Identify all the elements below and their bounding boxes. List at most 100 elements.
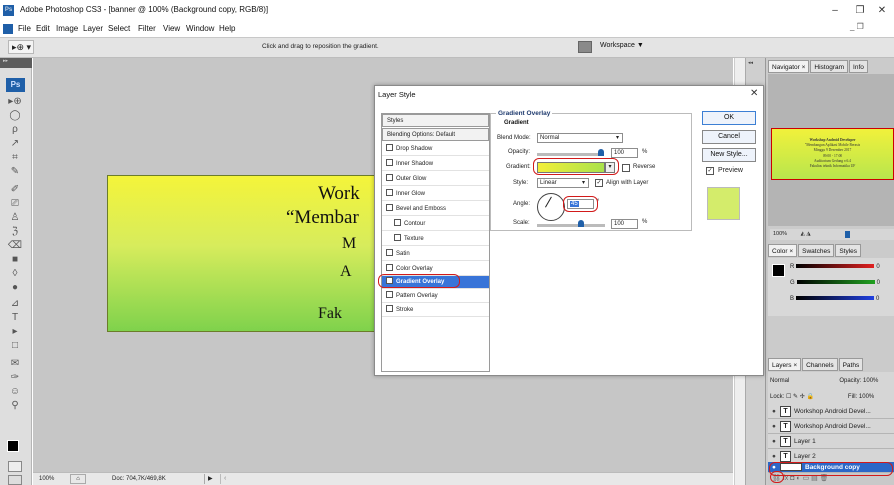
horizontal-scrollbar[interactable]: ‹	[220, 474, 730, 484]
style-item-stroke[interactable]: Stroke	[382, 304, 489, 317]
checkbox[interactable]	[386, 174, 393, 181]
eraser-tool[interactable]: ⌫	[7, 239, 23, 252]
nav-zoom-value[interactable]: 100%	[773, 231, 787, 237]
layer-row[interactable]: ● T Layer 1	[768, 435, 894, 449]
preview-checkbox[interactable]: ✓	[706, 167, 714, 175]
stamp-tool[interactable]: ♙	[7, 211, 23, 224]
eye-icon[interactable]: ●	[768, 420, 780, 434]
style-item-outer-glow[interactable]: Outer Glow	[382, 173, 489, 186]
tab-info[interactable]: Info	[849, 60, 868, 73]
gradient-tool[interactable]: ■	[7, 253, 23, 266]
tab-navigator[interactable]: Navigator ×	[768, 60, 810, 73]
dialog-close-icon[interactable]: ✕	[750, 88, 758, 99]
opacity-slider-thumb[interactable]	[598, 149, 604, 156]
screen-mode-button[interactable]	[8, 475, 22, 485]
workspace-button[interactable]: Workspace ▼	[600, 42, 644, 49]
checkbox[interactable]	[386, 264, 393, 271]
pen-tool[interactable]: ⊿	[7, 297, 23, 310]
cancel-button[interactable]: Cancel	[702, 130, 756, 144]
scale-slider-thumb[interactable]	[578, 220, 584, 227]
path-select-tool[interactable]: ▸	[7, 325, 23, 338]
menu-layer[interactable]: Layer	[83, 24, 103, 33]
scale-slider[interactable]	[537, 224, 605, 227]
nav-zoom-icons[interactable]: ◭ ◮	[801, 231, 811, 237]
layer-row[interactable]: ● T Workshop Android Devel...	[768, 405, 894, 419]
menu-help[interactable]: Help	[219, 24, 235, 33]
color-panel-foreground-swatch[interactable]	[772, 264, 785, 277]
navigator-zoom-bar[interactable]: 100% ◭ ◮	[770, 229, 894, 240]
styles-header[interactable]: Styles	[382, 114, 489, 127]
reverse-checkbox[interactable]	[622, 164, 630, 172]
blending-options-item[interactable]: Blending Options: Default	[382, 128, 489, 141]
workspace-icon[interactable]	[578, 41, 592, 53]
opacity-input[interactable]: 100	[611, 148, 638, 158]
blue-slider[interactable]	[796, 296, 875, 301]
style-item-pattern-overlay[interactable]: Pattern Overlay	[382, 290, 489, 303]
menu-view[interactable]: View	[163, 24, 180, 33]
layers-blend-select[interactable]: Normal	[770, 378, 789, 384]
dodge-tool[interactable]: ●	[7, 281, 23, 294]
status-menu-arrow[interactable]: ▶	[204, 474, 218, 484]
zoom-level-field[interactable]: 100%	[36, 474, 64, 484]
tab-layers[interactable]: Layers ×	[768, 358, 802, 371]
menu-edit[interactable]: Edit	[36, 24, 50, 33]
move-tool-icon[interactable]: ▸⊕ ▾	[8, 40, 34, 54]
checkbox[interactable]	[386, 144, 393, 151]
checkbox[interactable]	[386, 305, 393, 312]
eye-icon[interactable]: ●	[768, 405, 780, 419]
red-value[interactable]: 0	[876, 264, 879, 270]
history-brush-tool[interactable]: ℨ	[7, 225, 23, 238]
menu-file[interactable]: File	[18, 24, 31, 33]
tab-paths[interactable]: Paths	[838, 358, 864, 371]
style-item-drop-shadow[interactable]: Drop Shadow	[382, 143, 489, 156]
gradient-style-select[interactable]: Linear ▾	[537, 178, 589, 188]
blue-value[interactable]: 0	[876, 296, 879, 302]
scale-input[interactable]: 100	[611, 219, 638, 229]
checkbox[interactable]	[386, 204, 393, 211]
layers-opacity-field[interactable]: Opacity: 100%	[839, 378, 878, 384]
zoom-tool[interactable]: ⚲	[7, 399, 23, 412]
tab-color[interactable]: Color ×	[768, 244, 798, 257]
ok-button[interactable]: OK	[702, 111, 756, 125]
brush-tool[interactable]: ⎚	[7, 197, 23, 210]
menu-window[interactable]: Window	[186, 24, 214, 33]
eye-icon[interactable]: ●	[768, 435, 780, 449]
notes-tool[interactable]: ✉	[7, 357, 23, 370]
tab-histogram[interactable]: Histogram	[810, 60, 849, 73]
opacity-slider[interactable]	[537, 153, 602, 156]
checkbox[interactable]	[386, 189, 393, 196]
layers-lock-icons[interactable]: Lock: ☐ ✎ ✢ 🔒	[770, 394, 814, 400]
red-slider-row[interactable]: R0	[790, 263, 890, 272]
layers-fill-field[interactable]: Fill: 100%	[848, 394, 874, 400]
shape-tool[interactable]: □	[7, 339, 23, 352]
healing-tool[interactable]: ✐	[7, 183, 23, 196]
navigator-zoom-slider[interactable]	[845, 231, 850, 238]
green-value[interactable]: 0	[877, 280, 880, 286]
foreground-color-swatch[interactable]	[7, 440, 19, 452]
checkbox[interactable]	[386, 249, 393, 256]
menu-image[interactable]: Image	[56, 24, 78, 33]
close-button[interactable]: ✕	[872, 3, 892, 19]
checkbox[interactable]	[394, 234, 401, 241]
checkbox[interactable]	[386, 159, 393, 166]
style-item-satin[interactable]: Satin	[382, 248, 489, 261]
align-with-layer-checkbox[interactable]: ✓	[595, 179, 603, 187]
app-menu-icon[interactable]	[3, 24, 13, 34]
marquee-tool[interactable]: ◯	[7, 109, 23, 122]
slice-tool[interactable]: ✎	[7, 165, 23, 178]
style-item-texture[interactable]: Texture	[382, 233, 489, 246]
checkbox[interactable]	[394, 219, 401, 226]
style-item-contour[interactable]: Contour	[382, 218, 489, 231]
magic-wand-tool[interactable]: ↗	[7, 137, 23, 150]
blue-slider-row[interactable]: B0	[790, 295, 890, 304]
red-slider[interactable]	[796, 264, 875, 269]
blend-mode-select[interactable]: Normal ▾	[537, 133, 623, 143]
document-window-controls[interactable]: _ ❐	[850, 22, 864, 31]
tab-styles[interactable]: Styles	[835, 244, 862, 257]
crop-tool[interactable]: ⌗	[7, 151, 23, 164]
lasso-tool[interactable]: ρ	[7, 123, 23, 136]
move-tool[interactable]: ▸⊕	[7, 95, 23, 108]
navigator-thumbnail[interactable]: Workshop Android Developer "Membangun Ap…	[771, 128, 894, 180]
new-style-button[interactable]: New Style...	[702, 148, 756, 162]
style-item-inner-glow[interactable]: Inner Glow	[382, 188, 489, 201]
